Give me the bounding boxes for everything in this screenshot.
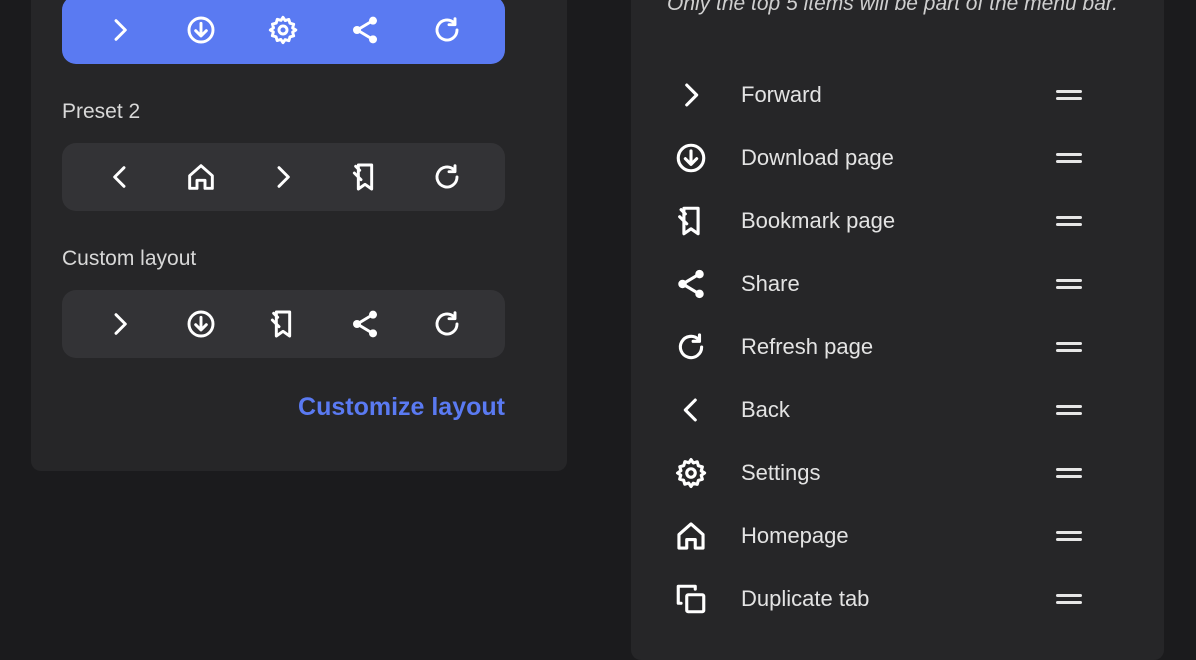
chevron-left-icon xyxy=(100,157,140,197)
list-item-forward[interactable]: Forward xyxy=(668,65,1108,125)
list-item-label: Duplicate tab xyxy=(741,586,870,611)
list-item-duplicate-tab[interactable]: Duplicate tab xyxy=(668,569,1108,629)
preset-2-label: Preset 2 xyxy=(62,100,141,123)
home-icon xyxy=(181,157,221,197)
drag-handle-icon[interactable] xyxy=(1056,87,1084,103)
drag-handle-icon[interactable] xyxy=(1056,276,1084,292)
list-item-label: Share xyxy=(741,271,800,296)
gear-icon xyxy=(668,450,714,496)
download-icon xyxy=(668,135,714,181)
chevron-right-icon xyxy=(263,157,303,197)
list-item-label: Homepage xyxy=(741,523,849,548)
preset-1-bar[interactable] xyxy=(62,0,505,64)
chevron-right-icon xyxy=(668,72,714,118)
drag-handle-icon[interactable] xyxy=(1056,213,1084,229)
list-item-label: Forward xyxy=(741,82,822,107)
list-item-back[interactable]: Back xyxy=(668,380,1108,440)
list-item-label: Download page xyxy=(741,145,894,170)
list-item-share[interactable]: Share xyxy=(668,254,1108,314)
refresh-icon xyxy=(427,157,467,197)
share-icon xyxy=(345,10,385,50)
customize-layout-link[interactable]: Customize layout xyxy=(298,393,505,422)
refresh-icon xyxy=(668,324,714,370)
share-icon xyxy=(668,261,714,307)
drag-handle-icon[interactable] xyxy=(1056,465,1084,481)
drag-handle-icon[interactable] xyxy=(1056,591,1084,607)
list-item-refresh-page[interactable]: Refresh page xyxy=(668,317,1108,377)
list-item-download-page[interactable]: Download page xyxy=(668,128,1108,188)
refresh-icon xyxy=(427,10,467,50)
download-icon xyxy=(181,10,221,50)
refresh-icon xyxy=(427,304,467,344)
duplicate-icon xyxy=(668,576,714,622)
drag-handle-icon[interactable] xyxy=(1056,528,1084,544)
drag-handle-icon[interactable] xyxy=(1056,339,1084,355)
share-icon xyxy=(345,304,385,344)
home-icon xyxy=(668,513,714,559)
list-item-label: Settings xyxy=(741,460,821,485)
download-icon xyxy=(181,304,221,344)
list-item-homepage[interactable]: Homepage xyxy=(668,506,1108,566)
gear-icon xyxy=(263,10,303,50)
bookmark-icon xyxy=(668,198,714,244)
list-item-settings[interactable]: Settings xyxy=(668,443,1108,503)
drag-handle-icon[interactable] xyxy=(1056,150,1084,166)
chevron-left-icon xyxy=(668,387,714,433)
drag-handle-icon[interactable] xyxy=(1056,402,1084,418)
bookmark-icon xyxy=(263,304,303,344)
preset-2-bar[interactable] xyxy=(62,143,505,211)
chevron-right-icon xyxy=(100,10,140,50)
custom-layout-bar[interactable] xyxy=(62,290,505,358)
list-item-bookmark-page[interactable]: Bookmark page xyxy=(668,191,1108,251)
custom-layout-label: Custom layout xyxy=(62,247,197,270)
menu-bar-note: Only the top 5 items will be part of the… xyxy=(667,0,1118,15)
list-item-label: Refresh page xyxy=(741,334,874,359)
chevron-right-icon xyxy=(100,304,140,344)
bookmark-icon xyxy=(345,157,385,197)
list-item-label: Back xyxy=(741,397,790,422)
list-item-label: Bookmark page xyxy=(741,208,896,233)
